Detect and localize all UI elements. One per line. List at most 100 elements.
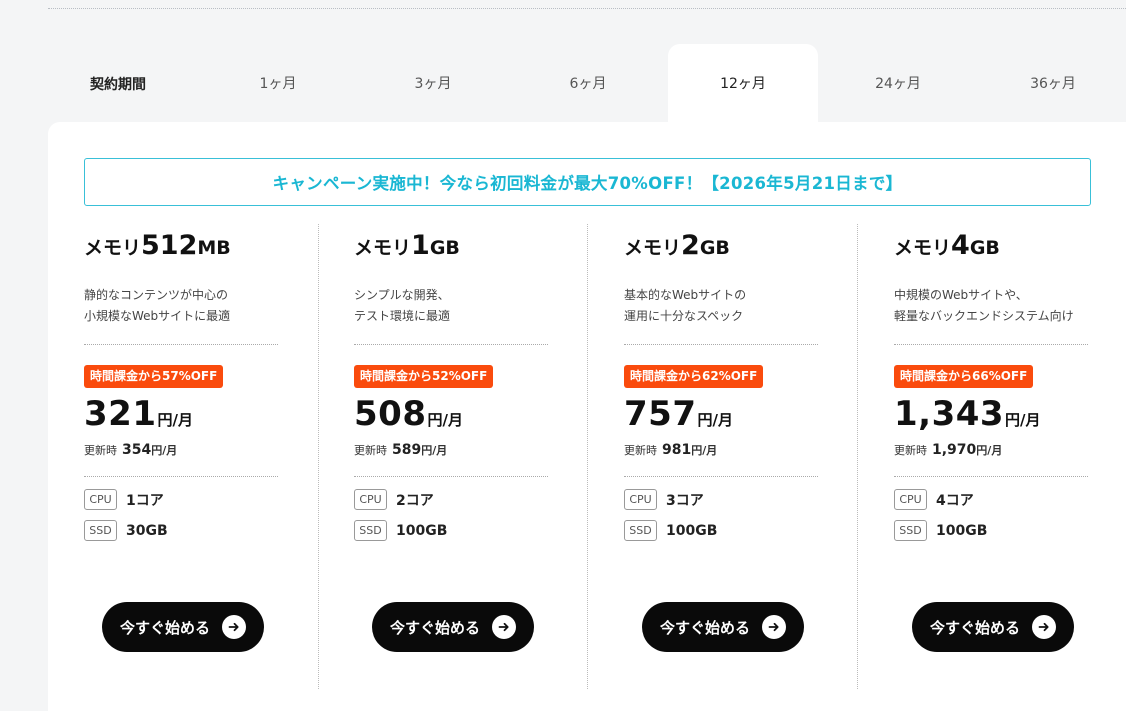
renewal-unit: 円/月 <box>976 444 1003 457</box>
arrow-right-circle-icon <box>222 615 246 639</box>
arrow-right-circle-icon <box>492 615 516 639</box>
start-now-label: 今すぐ始める <box>929 618 1020 637</box>
plan-memory-unit: GB <box>699 237 730 259</box>
term-tabs: 契約期間 1ヶ月 3ヶ月 6ヶ月 12ヶ月 24ヶ月 36ヶ月 <box>48 44 1126 124</box>
renewal-label: 更新時 <box>624 444 657 457</box>
plan-card-1gb: メモリ 1 GB シンプルな開発、 テスト環境に最適 時間課金から52%OFF 50… <box>354 224 569 689</box>
ssd-value: 100GB <box>936 522 988 539</box>
ssd-tag: SSD <box>84 520 117 541</box>
arrow-right-circle-icon <box>1032 615 1056 639</box>
spec-ssd: SSD 100GB <box>894 520 1109 541</box>
tab-6-months[interactable]: 6ヶ月 <box>513 44 663 124</box>
spec-cpu: CPU 1コア <box>84 489 299 510</box>
plan-name-prefix: メモリ <box>84 237 142 259</box>
cpu-value: 2コア <box>396 492 434 509</box>
plan-description-line: 基本的なWebサイトの <box>624 288 747 302</box>
renewal-unit: 円/月 <box>691 444 718 457</box>
renewal-price: 更新時 1,970 円/月 <box>894 442 1109 458</box>
plan-description: 中規模のWebサイトや、 軽量なバックエンドシステム向け <box>894 285 1109 327</box>
cpu-tag: CPU <box>354 489 387 510</box>
plan-memory-unit: GB <box>429 237 460 259</box>
renewal-price: 更新時 981 円/月 <box>624 442 839 458</box>
plan-name: メモリ 2 GB <box>624 230 839 264</box>
plan-memory-size: 1 <box>411 230 430 261</box>
start-now-button[interactable]: 今すぐ始める <box>912 602 1074 652</box>
spec-cpu: CPU 2コア <box>354 489 569 510</box>
tab-1-month[interactable]: 1ヶ月 <box>203 44 353 124</box>
cpu-value: 3コア <box>666 492 704 509</box>
price-amount: 508 <box>354 394 427 434</box>
ssd-value: 100GB <box>666 522 718 539</box>
divider <box>894 344 1088 345</box>
spec-cpu: CPU 4コア <box>894 489 1109 510</box>
renewal-price: 更新時 354 円/月 <box>84 442 299 458</box>
price-amount: 1,343 <box>894 394 1005 434</box>
plan-divider <box>318 224 319 689</box>
tab-12-months[interactable]: 12ヶ月 <box>668 44 818 124</box>
discount-badge: 時間課金から57%OFF <box>84 365 224 388</box>
plan-name-prefix: メモリ <box>354 237 412 259</box>
term-label: 契約期間 <box>90 77 146 93</box>
divider <box>624 344 818 345</box>
renewal-unit: 円/月 <box>421 444 448 457</box>
price: 1,343 円/月 <box>894 394 1109 438</box>
tab-36-months[interactable]: 36ヶ月 <box>978 44 1126 124</box>
tab-3-months[interactable]: 3ヶ月 <box>358 44 508 124</box>
divider <box>354 476 548 477</box>
start-now-button[interactable]: 今すぐ始める <box>372 602 534 652</box>
plan-divider <box>587 224 588 689</box>
plan-memory-size: 512 <box>141 230 198 261</box>
plan-description: 基本的なWebサイトの 運用に十分なスペック <box>624 285 839 327</box>
ssd-tag: SSD <box>894 520 927 541</box>
divider <box>624 476 818 477</box>
spec-ssd: SSD 100GB <box>354 520 569 541</box>
discount-badge: 時間課金から62%OFF <box>624 365 764 388</box>
plan-memory-unit: GB <box>969 237 1000 259</box>
start-now-button[interactable]: 今すぐ始める <box>642 602 804 652</box>
plan-name: メモリ 1 GB <box>354 230 569 264</box>
start-now-label: 今すぐ始める <box>119 618 210 637</box>
plan-description-line: 静的なコンテンツが中心の <box>84 288 229 302</box>
price-unit: 円/月 <box>697 411 733 429</box>
start-now-label: 今すぐ始める <box>389 618 480 637</box>
plan-name: メモリ 4 GB <box>894 230 1109 264</box>
renewal-amount: 981 <box>662 442 692 458</box>
arrow-right-circle-icon <box>762 615 786 639</box>
divider <box>894 476 1088 477</box>
ssd-value: 100GB <box>396 522 448 539</box>
divider <box>84 476 278 477</box>
cpu-tag: CPU <box>624 489 657 510</box>
plan-description-line: 小規模なWebサイトに最適 <box>84 309 231 323</box>
plan-description-line: 運用に十分なスペック <box>624 309 744 323</box>
cpu-value: 1コア <box>126 492 164 509</box>
price-unit: 円/月 <box>157 411 193 429</box>
plan-card-2gb: メモリ 2 GB 基本的なWebサイトの 運用に十分なスペック 時間課金から62%O… <box>624 224 839 689</box>
plan-memory-unit: MB <box>197 237 231 259</box>
renewal-amount: 1,970 <box>932 442 977 458</box>
divider <box>354 344 548 345</box>
price: 757 円/月 <box>624 394 839 438</box>
renewal-unit: 円/月 <box>151 444 178 457</box>
plan-card-512mb: メモリ 512 MB 静的なコンテンツが中心の 小規模なWebサイトに最適 時間課金… <box>84 224 299 689</box>
spec-ssd: SSD 100GB <box>624 520 839 541</box>
cpu-value: 4コア <box>936 492 974 509</box>
start-now-button[interactable]: 今すぐ始める <box>102 602 264 652</box>
ssd-value: 30GB <box>126 522 168 539</box>
plan-description: シンプルな開発、 テスト環境に最適 <box>354 285 569 327</box>
campaign-banner: キャンペーン実施中！今なら初回料金が最大70%OFF！【2026年5月21日まで… <box>84 158 1091 206</box>
plan-name-prefix: メモリ <box>624 237 682 259</box>
plan-card-4gb: メモリ 4 GB 中規模のWebサイトや、 軽量なバックエンドシステム向け 時間課金… <box>894 224 1109 689</box>
price-unit: 円/月 <box>1005 411 1041 429</box>
plan-name: メモリ 512 MB <box>84 230 299 264</box>
price-amount: 321 <box>84 394 157 434</box>
plan-description-line: 中規模のWebサイトや、 <box>894 288 1028 302</box>
plan-memory-size: 2 <box>681 230 700 261</box>
top-divider <box>48 8 1126 9</box>
ssd-tag: SSD <box>624 520 657 541</box>
price: 508 円/月 <box>354 394 569 438</box>
plan-divider <box>857 224 858 689</box>
cpu-tag: CPU <box>894 489 927 510</box>
start-now-label: 今すぐ始める <box>659 618 750 637</box>
tab-24-months[interactable]: 24ヶ月 <box>823 44 973 124</box>
renewal-amount: 354 <box>122 442 152 458</box>
